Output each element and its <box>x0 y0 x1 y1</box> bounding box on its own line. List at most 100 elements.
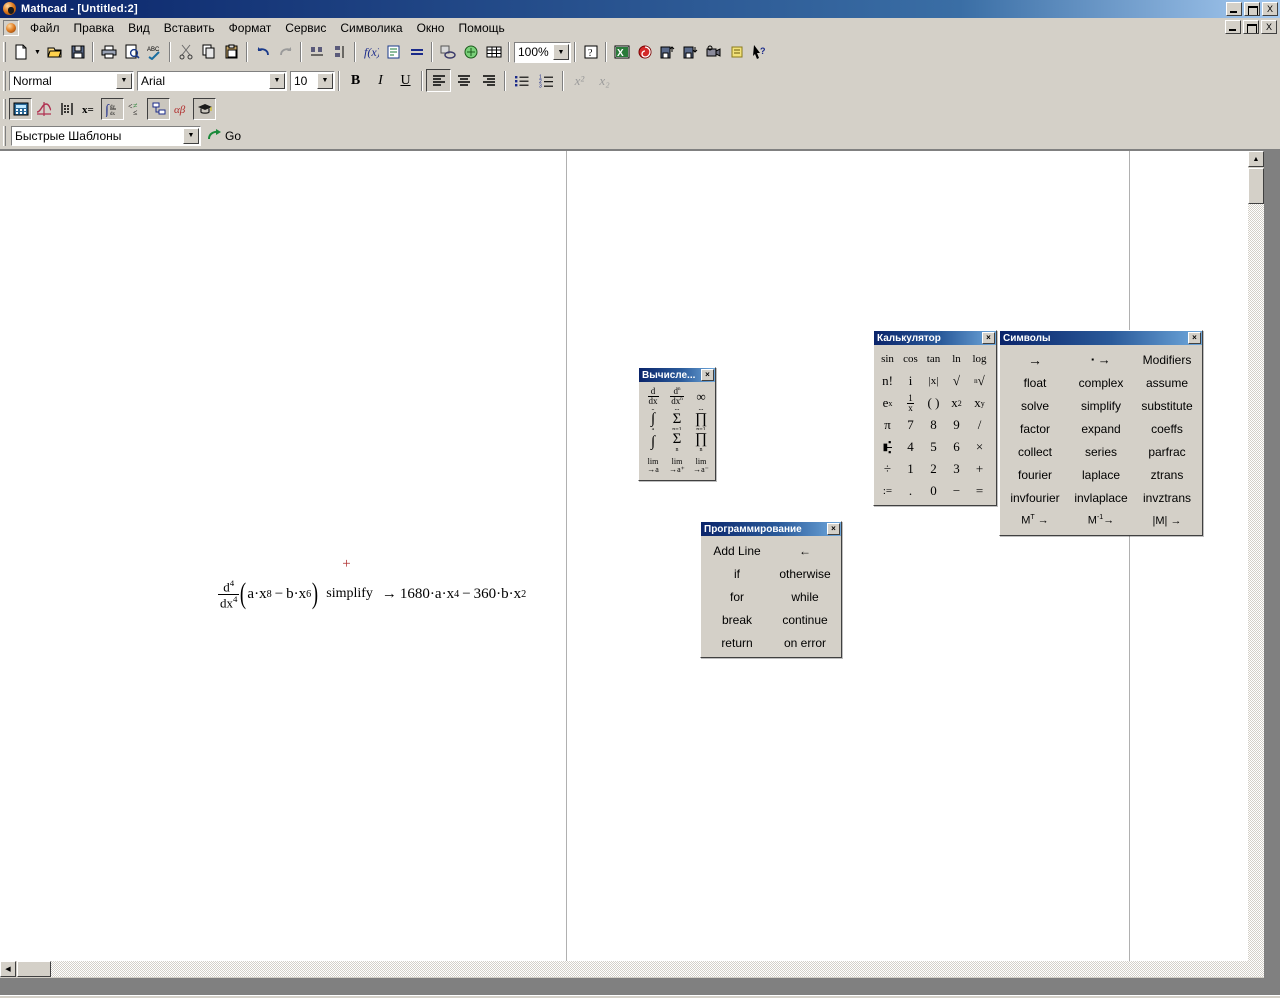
menu-symbolics[interactable]: Символика <box>333 19 409 37</box>
document-icon[interactable] <box>3 20 19 36</box>
calculator-palette[interactable]: Калькулятор × sin cos tan ln log n! i |x… <box>873 330 997 506</box>
derivative-button[interactable]: d dx <box>641 385 665 408</box>
divide-button[interactable]: ÷ <box>876 458 899 480</box>
summation-range-button[interactable]: m Σn=1 <box>665 408 689 431</box>
close-icon[interactable]: × <box>982 332 995 344</box>
horizontal-scrollbar[interactable]: ◀ <box>0 961 1264 978</box>
calculus-toolbar-button[interactable]: ∫ dy dx <box>101 97 124 120</box>
chevron-down-icon[interactable]: ▼ <box>32 41 43 63</box>
product-n-button[interactable]: ∏ n <box>689 431 713 454</box>
minus-button[interactable]: − <box>945 480 968 502</box>
align-down-button[interactable] <box>328 41 351 63</box>
italic-button[interactable]: I <box>368 69 393 92</box>
print-button[interactable] <box>97 41 120 63</box>
digit-8-button[interactable]: 8 <box>922 414 945 436</box>
complex-button[interactable]: complex <box>1068 371 1134 394</box>
align-across-button[interactable] <box>305 41 328 63</box>
chevron-down-icon[interactable]: ▼ <box>269 72 285 89</box>
font-size-combo[interactable]: 10 ▼ <box>290 70 335 91</box>
parfrac-button[interactable]: parfrac <box>1134 440 1200 463</box>
subscript-button[interactable]: x₂ <box>592 69 617 92</box>
matrix-inverse-button[interactable]: M-1→ <box>1068 509 1134 532</box>
matrix-determinant-button[interactable]: |M| → <box>1134 509 1200 532</box>
cut-button[interactable] <box>174 41 197 63</box>
math-region[interactable]: d4 dx4 ( a · x 8 − b · x 6 ) simplify → 1680 · a… <box>218 578 526 610</box>
laplace-button[interactable]: laplace <box>1068 463 1134 486</box>
chevron-down-icon[interactable]: ▼ <box>183 127 199 144</box>
programming-palette[interactable]: Программирование × Add Line ← if otherwi… <box>700 521 842 658</box>
insert-matrix-button[interactable] <box>482 41 505 63</box>
decimal-point-button[interactable]: . <box>899 480 922 502</box>
calculator-toolbar-button[interactable] <box>9 97 32 120</box>
digit-9-button[interactable]: 9 <box>945 414 968 436</box>
if-button[interactable]: if <box>703 562 771 585</box>
plus-button[interactable]: + <box>968 458 991 480</box>
mdi-restore-button[interactable] <box>1243 20 1259 34</box>
graph-toolbar-button[interactable] <box>32 98 55 120</box>
nth-root-button[interactable]: n √ <box>968 370 991 392</box>
float-button[interactable]: float <box>1002 371 1068 394</box>
save-document-button[interactable] <box>66 41 89 63</box>
tan-button[interactable]: tan <box>922 348 945 370</box>
worksheet-page[interactable]: + d4 dx4 ( a · x 8 − b · x 6 ) simplify → 1680… <box>0 150 1264 978</box>
continue-button[interactable]: continue <box>771 608 839 631</box>
chevron-down-icon[interactable]: ▼ <box>317 72 333 89</box>
digit-5-button[interactable]: 5 <box>922 436 945 458</box>
while-button[interactable]: while <box>771 585 839 608</box>
otherwise-button[interactable]: otherwise <box>771 562 839 585</box>
power-button[interactable]: xy <box>968 392 991 414</box>
sin-button[interactable]: sin <box>876 348 899 370</box>
infinity-button[interactable]: ∞ <box>689 385 713 408</box>
toolbar-grip[interactable] <box>3 98 6 119</box>
close-icon[interactable]: × <box>1188 332 1201 344</box>
nth-derivative-button[interactable]: dn dxn <box>665 385 689 408</box>
cos-button[interactable]: cos <box>899 348 922 370</box>
print-preview-button[interactable] <box>120 41 143 63</box>
symbolic-palette-titlebar[interactable]: Символы × <box>1000 331 1202 345</box>
ln-button[interactable]: ln <box>945 348 968 370</box>
close-icon[interactable]: × <box>827 523 840 535</box>
greek-toolbar-button[interactable]: αβ <box>170 98 193 120</box>
font-family-combo[interactable]: Arial ▼ <box>137 70 287 91</box>
programming-palette-titlebar[interactable]: Программирование × <box>701 522 841 536</box>
calculus-palette-titlebar[interactable]: Вычисле... × <box>639 368 715 382</box>
indefinite-integral-button[interactable]: ∫ <box>641 431 665 454</box>
absolute-value-button[interactable]: |x| <box>922 370 945 392</box>
number-list-button[interactable]: 123 <box>534 69 559 92</box>
simplify-button[interactable]: simplify <box>1068 394 1134 417</box>
local-assign-button[interactable]: ← <box>771 539 839 562</box>
open-document-button[interactable] <box>43 41 66 63</box>
resource-center-button[interactable] <box>633 41 656 63</box>
menu-help[interactable]: Помощь <box>451 19 511 37</box>
close-icon[interactable]: × <box>701 369 714 381</box>
digit-4-button[interactable]: 4 <box>899 436 922 458</box>
calculus-palette[interactable]: Вычисле... × d dx dn dxn ∞ b ∫ a m Σ n=1… <box>638 367 716 481</box>
equals-button[interactable]: = <box>968 480 991 502</box>
minimize-button[interactable] <box>1226 2 1242 16</box>
matrix-toolbar-button[interactable] <box>55 98 78 120</box>
help-button[interactable]: ? <box>579 41 602 63</box>
bullet-list-button[interactable] <box>509 69 534 92</box>
digit-6-button[interactable]: 6 <box>945 436 968 458</box>
on-error-button[interactable]: on error <box>771 631 839 654</box>
factorial-button[interactable]: n! <box>876 370 899 392</box>
menu-window[interactable]: Окно <box>410 19 452 37</box>
chevron-down-icon[interactable]: ▼ <box>116 72 132 89</box>
insert-unit-button[interactable] <box>382 41 405 63</box>
fourier-button[interactable]: fourier <box>1002 463 1068 486</box>
toolbar-grip[interactable] <box>3 70 6 91</box>
vertical-scroll-track[interactable] <box>1248 168 1264 962</box>
digit-3-button[interactable]: 3 <box>945 458 968 480</box>
digit-0-button[interactable]: 0 <box>922 480 945 502</box>
underline-button[interactable]: U <box>393 69 418 92</box>
assume-button[interactable]: assume <box>1134 371 1200 394</box>
menu-file[interactable]: Файл <box>23 19 67 37</box>
animation-button[interactable] <box>702 41 725 63</box>
square-button[interactable]: x2 <box>945 392 968 414</box>
for-button[interactable]: for <box>703 585 771 608</box>
save-as-1-button[interactable] <box>656 41 679 63</box>
digit-1-button[interactable]: 1 <box>899 458 922 480</box>
mixed-number-button[interactable]: ▮ ▪ ▪ <box>876 436 899 458</box>
menu-insert[interactable]: Вставить <box>157 19 222 37</box>
factor-button[interactable]: factor <box>1002 417 1068 440</box>
